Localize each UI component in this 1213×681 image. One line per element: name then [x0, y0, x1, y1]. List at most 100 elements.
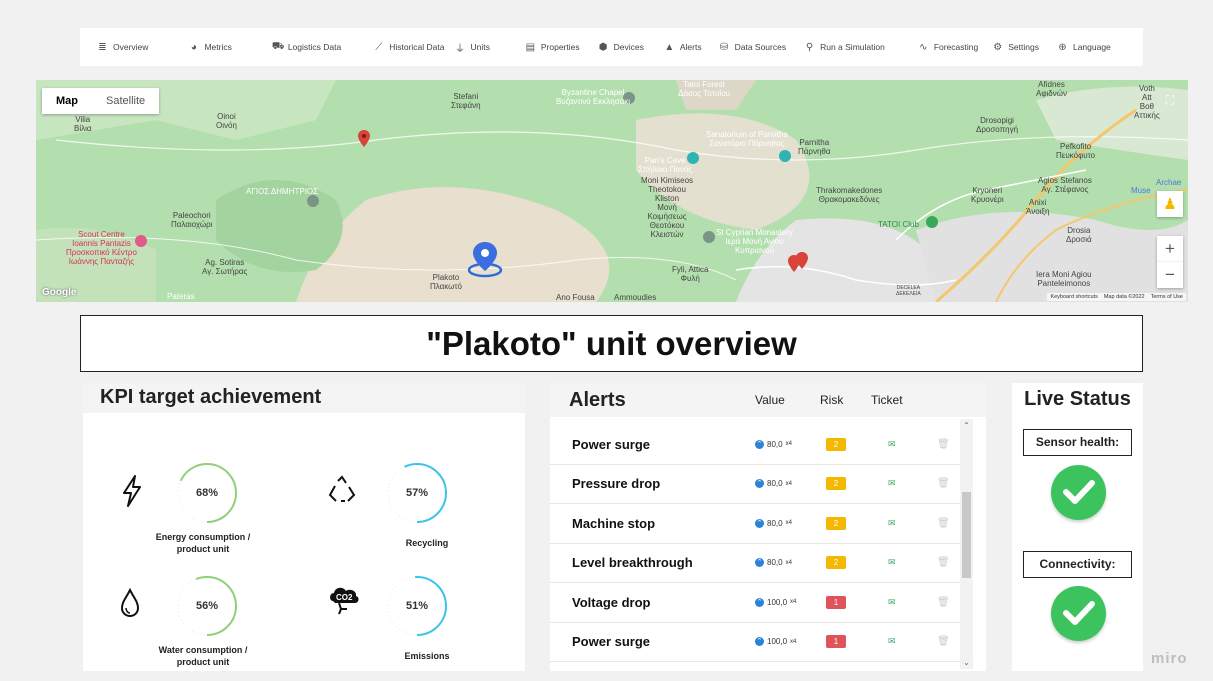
map-view[interactable]: Map Satellite Stefani Στεφάνη Vilia Βίλι… [36, 80, 1188, 302]
database-icon: ⛁ [719, 41, 729, 53]
alert-row[interactable]: Power surge ⌃ 80,0 x4 2 ✉ 🗑 [550, 425, 960, 465]
cart-icon: ⛟ [271, 40, 285, 52]
nav-run-a-simulation[interactable]: ⚲ Run a Simulation [804, 42, 885, 53]
alert-value-number: 100,0 [767, 637, 788, 647]
alert-name: Pressure drop [572, 476, 661, 492]
arrow-up-icon: ⌃ [755, 597, 764, 607]
ticket-envelope-icon[interactable]: ✉ [888, 636, 896, 647]
nav-logistics-data[interactable]: ⛟ Logistics Data [272, 41, 341, 54]
map-label: Afidnes Αφιδνών [1036, 80, 1067, 98]
globe-icon: ⊕ [1058, 41, 1067, 53]
nav-data-sources[interactable]: ⛁ Data Sources [719, 41, 787, 53]
alert-value-multiplier: x4 [790, 638, 797, 645]
map-label: Stefani Στεφάνη [451, 92, 481, 110]
alert-row[interactable]: Power surge ⌃ 100,0 x4 1 ✉ 🗑 [550, 623, 960, 662]
ticket-envelope-icon[interactable]: ✉ [888, 597, 896, 608]
map-label: Agios Stefanos Αγ. Στέφανος [1038, 176, 1092, 194]
nav-metrics[interactable]: ◕ Metrics [188, 42, 232, 53]
alert-value-number: 80,0 [767, 558, 783, 568]
map-label: ΑΓΙΟΣ ΔΗΜΗΤΡΙΟΣ [246, 187, 319, 196]
alert-value-number: 80,0 [767, 479, 783, 489]
nav-label: Language [1072, 42, 1111, 52]
kpi-label: Energy consumption / product unit [155, 532, 251, 554]
alert-row[interactable]: Pressure drop ⌃ 80,0 x4 2 ✉ 🗑 [550, 465, 960, 504]
alert-name: Voltage drop [572, 594, 651, 610]
nav-overview[interactable]: ≣ Overview [97, 42, 148, 53]
trash-icon[interactable]: 🗑 [937, 636, 950, 647]
arrow-up-icon: ⌃ [755, 558, 764, 568]
nav-label: Properties [540, 42, 580, 52]
trash-icon[interactable]: 🗑 [937, 478, 950, 489]
alert-value: ⌃ 100,0 x4 [755, 597, 797, 607]
scroll-thumb[interactable] [962, 492, 971, 578]
kpi-item: CO2 51% Emissions [303, 571, 523, 681]
co2-cloud-icon: CO2 [327, 583, 361, 625]
alert-row[interactable]: Voltage drop ⌃ 100,0 x4 1 ✉ 🗑 [550, 583, 960, 623]
map-label: Vilia Βίλια [74, 115, 92, 133]
arrow-up-icon: ⌃ [755, 518, 764, 528]
google-logo: Google [42, 287, 77, 298]
nav-label: Devices [613, 42, 644, 52]
terms-link[interactable]: Terms of Use [1151, 294, 1183, 300]
map-label: Muse [1131, 186, 1151, 195]
keyboard-shortcuts-link[interactable]: Keyboard shortcuts [1050, 294, 1097, 300]
nav-devices[interactable]: ⬢ Devices [598, 42, 644, 53]
wave-icon: ∿ [919, 41, 928, 53]
sensor-health-label: Sensor health: [1023, 429, 1132, 456]
ticket-envelope-icon[interactable]: ✉ [888, 478, 896, 489]
sensor-health-check-icon [1051, 465, 1106, 520]
col-value-header: Value [755, 393, 785, 407]
ticket-envelope-icon[interactable]: ✉ [888, 518, 896, 529]
top-navigation: ≣ Overview ◕ Metrics ⛟ Logistics Data ⟋ Histori… [80, 28, 1143, 66]
map-label: Drosia Δροσιά [1066, 226, 1092, 244]
zoom-out-button[interactable]: − [1157, 262, 1183, 288]
nav-alerts[interactable]: ▲ Alerts [664, 42, 702, 53]
nav-label: Logistics Data [287, 42, 342, 52]
kpi-percentage: 56% [195, 600, 219, 612]
map-label: Ag. Sotiras Αγ. Σωτήρας [202, 258, 248, 276]
nav-label: Data Sources [734, 42, 787, 52]
nav-historical-data[interactable]: ⟋ Historical Data [373, 42, 444, 53]
nav-settings[interactable]: ⚙ Settings [992, 42, 1039, 53]
scroll-up-icon[interactable]: ⌃ [960, 421, 973, 430]
nav-label: Units [470, 42, 490, 52]
map-type-map-button[interactable]: Map [42, 88, 92, 114]
map-label: Byzantine Chapel Βυζαντινό Εκκλησάκι [556, 88, 631, 106]
col-ticket-header: Ticket [871, 393, 903, 407]
alert-row[interactable]: Level breakthrough ⌃ 80,0 x4 2 ✉ 🗑 [550, 544, 960, 583]
nav-label: Alerts [679, 42, 702, 52]
trash-icon[interactable]: 🗑 [937, 557, 950, 568]
street-view-pegman-icon[interactable]: ♟ [1157, 191, 1183, 217]
zoom-in-button[interactable]: + [1157, 236, 1183, 262]
nav-language[interactable]: ⊕ Language [1057, 42, 1111, 53]
alert-value: ⌃ 80,0 x4 [755, 558, 792, 568]
alerts-scrollbar[interactable]: ⌃ ⌄ [960, 419, 973, 669]
plug-icon: ⏚ [455, 43, 465, 55]
risk-badge: 2 [826, 516, 846, 530]
alert-row[interactable]: Machine stop ⌃ 80,0 x4 2 ✉ 🗑 [550, 504, 960, 544]
map-label: TATOI Club [878, 220, 919, 229]
arrow-up-icon: ⌃ [755, 637, 764, 647]
map-label: Voth Att Βοθ Αττικής [1134, 84, 1160, 120]
alert-value-multiplier: x4 [790, 599, 797, 606]
page-title: "Plakoto" unit overview [80, 315, 1143, 372]
map-label: St Cyprian Monastery Ιερά Μονή Αγίου Κυπ… [716, 228, 793, 255]
map-label: Pan's Cave Σπήλαιο Πανός [638, 156, 693, 174]
alert-name: Power surge [572, 436, 651, 452]
ticket-envelope-icon[interactable]: ✉ [888, 557, 896, 568]
scroll-down-icon[interactable]: ⌄ [960, 658, 973, 667]
alerts-heading: Alerts [569, 388, 626, 411]
map-type-satellite-button[interactable]: Satellite [92, 88, 159, 114]
trash-icon[interactable]: 🗑 [937, 518, 950, 529]
nav-units[interactable]: ⏚ Units [455, 40, 490, 55]
recycle-icon [327, 475, 357, 513]
trash-icon[interactable]: 🗑 [937, 439, 950, 450]
map-label: Archae [1156, 178, 1182, 187]
fullscreen-icon[interactable]: ⛶ [1157, 88, 1183, 114]
nav-label: Settings [1008, 42, 1039, 52]
nav-properties[interactable]: ▤ Properties [525, 42, 580, 53]
ticket-envelope-icon[interactable]: ✉ [888, 439, 896, 450]
nav-forecasting[interactable]: ∿ Forecasting [918, 42, 978, 53]
trash-icon[interactable]: 🗑 [937, 597, 950, 608]
nav-label: Run a Simulation [820, 42, 885, 52]
